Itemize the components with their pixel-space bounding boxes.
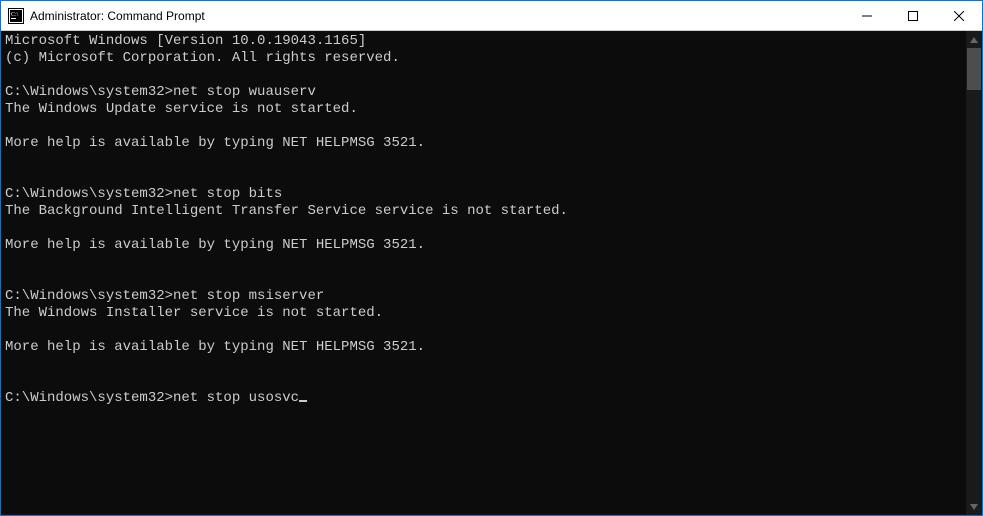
- cmd-icon: C:\: [8, 8, 24, 24]
- terminal-line: The Background Intelligent Transfer Serv…: [5, 203, 966, 220]
- client-area: Microsoft Windows [Version 10.0.19043.11…: [1, 31, 982, 515]
- window-controls: [844, 1, 982, 30]
- terminal-line: [5, 220, 966, 237]
- terminal-line: C:\Windows\system32>net stop msiserver: [5, 288, 966, 305]
- scroll-down-arrow-icon[interactable]: [966, 498, 982, 515]
- terminal-line: [5, 254, 966, 271]
- close-button[interactable]: [936, 1, 982, 30]
- terminal-line: C:\Windows\system32>net stop bits: [5, 186, 966, 203]
- terminal-line: C:\Windows\system32>net stop wuauserv: [5, 84, 966, 101]
- terminal-line: [5, 373, 966, 390]
- terminal-line: [5, 322, 966, 339]
- terminal-line: [5, 152, 966, 169]
- terminal-line: [5, 67, 966, 84]
- minimize-button[interactable]: [844, 1, 890, 30]
- window-title: Administrator: Command Prompt: [30, 9, 844, 23]
- terminal-output[interactable]: Microsoft Windows [Version 10.0.19043.11…: [1, 31, 966, 515]
- vertical-scrollbar[interactable]: [966, 31, 982, 515]
- terminal-line: More help is available by typing NET HEL…: [5, 135, 966, 152]
- terminal-line: The Windows Installer service is not sta…: [5, 305, 966, 322]
- terminal-line: [5, 356, 966, 373]
- maximize-button[interactable]: [890, 1, 936, 30]
- terminal-line: More help is available by typing NET HEL…: [5, 339, 966, 356]
- scroll-thumb[interactable]: [967, 48, 981, 90]
- command-prompt-window: C:\ Administrator: Command Prompt Micros…: [0, 0, 983, 516]
- terminal-line: [5, 169, 966, 186]
- titlebar[interactable]: C:\ Administrator: Command Prompt: [1, 1, 982, 31]
- svg-text:C:\: C:\: [11, 12, 19, 18]
- terminal-line: More help is available by typing NET HEL…: [5, 237, 966, 254]
- scroll-up-arrow-icon[interactable]: [966, 31, 982, 48]
- terminal-line: The Windows Update service is not starte…: [5, 101, 966, 118]
- terminal-line: (c) Microsoft Corporation. All rights re…: [5, 50, 966, 67]
- terminal-line: C:\Windows\system32>net stop usosvc: [5, 390, 966, 407]
- cursor-icon: [299, 400, 307, 402]
- terminal-line: [5, 118, 966, 135]
- terminal-line: Microsoft Windows [Version 10.0.19043.11…: [5, 33, 966, 50]
- terminal-line: [5, 271, 966, 288]
